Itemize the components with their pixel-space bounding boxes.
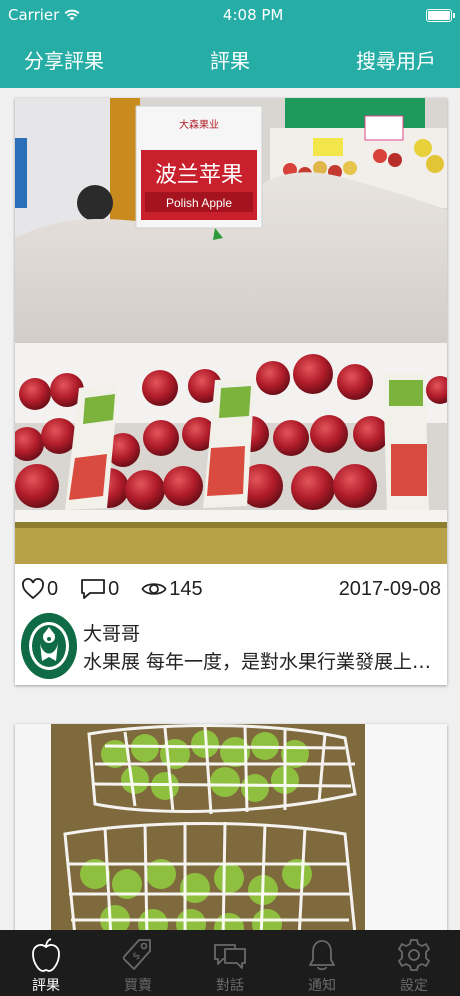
share-review-button[interactable]: 分享評果 <box>24 45 104 74</box>
price-tag-icon: $ <box>123 939 151 970</box>
wifi-icon <box>64 9 80 21</box>
sign-title: 波兰苹果 <box>155 163 243 188</box>
status-bar: Carrier 4:08 PM <box>0 0 460 30</box>
battery-icon <box>425 8 455 22</box>
sign-subtitle: Polish Apple <box>166 196 232 210</box>
feed[interactable]: 大森果业 波兰苹果 Polish Apple 0 0 145 2017-09-0… <box>0 88 460 930</box>
tab-review-label: 評果 <box>32 978 60 994</box>
tab-settings-label: 設定 <box>400 978 428 994</box>
top-bar: Carrier 4:08 PM 分享評果 評果 搜尋用戶 <box>0 0 460 88</box>
bell-icon <box>309 940 335 971</box>
clock: 4:08 PM <box>222 6 284 24</box>
nav-bar: 分享評果 評果 搜尋用戶 <box>0 30 460 88</box>
search-users-button[interactable]: 搜尋用戶 <box>356 45 436 74</box>
tab-trade[interactable]: $ 買賣 <box>92 930 184 996</box>
tab-bar: 評果 $ 買賣 對話 通知 設定 <box>0 930 460 996</box>
green-grapes-box-photo <box>15 724 447 930</box>
post-text: 水果展 每年一度，是對水果行業發展上… <box>83 651 432 673</box>
post-author[interactable]: 大哥哥 水果展 每年一度，是對水果行業發展上… <box>21 613 441 679</box>
tab-trade-label: 買賣 <box>124 978 152 994</box>
tab-chat-label: 對話 <box>216 978 244 994</box>
apple-display-photo: 大森果业 波兰苹果 Polish Apple <box>15 98 447 564</box>
tab-settings[interactable]: 設定 <box>368 930 460 996</box>
tab-notifications[interactable]: 通知 <box>276 930 368 996</box>
view-count: 145 <box>169 577 203 600</box>
view-stat: 145 <box>141 577 203 601</box>
carrier-label: Carrier <box>8 6 60 24</box>
post-stats: 0 0 145 2017-09-08 <box>21 574 441 604</box>
post-photo[interactable]: 大森果业 波兰苹果 Polish Apple <box>15 98 447 564</box>
like-count: 0 <box>47 577 59 600</box>
heart-icon[interactable] <box>21 577 45 601</box>
chat-icon <box>214 944 246 969</box>
comment-count: 0 <box>108 577 120 600</box>
tab-chat[interactable]: 對話 <box>184 930 276 996</box>
comment-stat[interactable]: 0 <box>80 577 119 601</box>
tab-notifications-label: 通知 <box>308 978 336 994</box>
avatar[interactable] <box>21 613 77 679</box>
tab-review[interactable]: 評果 <box>0 930 92 996</box>
speech-bubble-icon[interactable] <box>80 577 106 601</box>
apple-icon <box>32 938 60 972</box>
post-card[interactable] <box>15 724 447 930</box>
like-stat[interactable]: 0 <box>21 577 58 601</box>
eye-icon <box>141 583 167 595</box>
post-card[interactable]: 大森果业 波兰苹果 Polish Apple 0 0 145 2017-09-0… <box>15 98 447 685</box>
gear-icon <box>398 939 430 971</box>
starbucks-logo-avatar <box>21 613 77 679</box>
author-name[interactable]: 大哥哥 <box>83 619 140 646</box>
sign-brand: 大森果业 <box>179 118 219 131</box>
post-date: 2017-09-08 <box>338 577 441 600</box>
post-photo[interactable] <box>15 724 447 930</box>
